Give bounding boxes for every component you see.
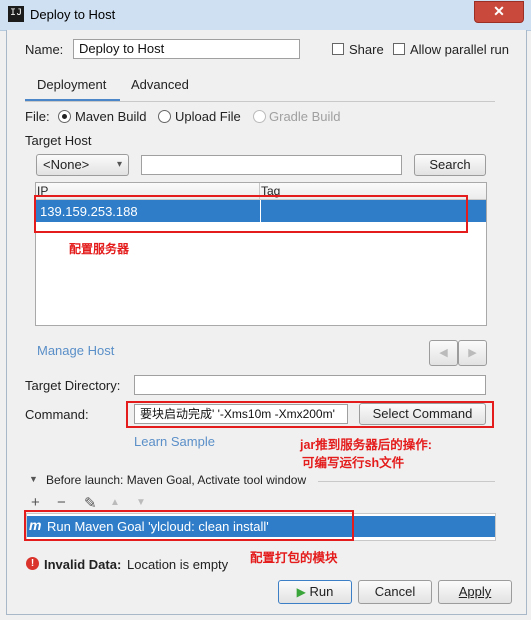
host-search-input[interactable] <box>141 155 402 175</box>
tabs-divider <box>25 101 495 102</box>
chevron-down-icon: ▾ <box>116 159 122 170</box>
maven-build-radio[interactable] <box>58 110 71 123</box>
file-label: File: <box>25 109 50 124</box>
host-select-dropdown[interactable]: <None> ▾ <box>36 154 129 176</box>
share-label: Share <box>349 42 384 57</box>
move-down-icon: ▼ <box>136 497 146 508</box>
manage-host-link[interactable]: Manage Host <box>37 343 114 358</box>
move-up-icon: ▲ <box>110 497 120 508</box>
search-button[interactable]: Search <box>414 154 486 176</box>
apply-button[interactable]: Apply <box>438 580 512 604</box>
name-label: Name: <box>25 42 64 57</box>
upload-file-radio[interactable] <box>158 110 171 123</box>
host-select-value: <None> <box>43 157 90 172</box>
error-icon: ! <box>26 557 39 570</box>
arrow-right-icon: ▶ <box>468 347 477 359</box>
arrow-left-icon: ◀ <box>439 347 448 359</box>
collapse-triangle-icon[interactable]: ▼ <box>29 474 38 484</box>
annotation-command-line2: 可编写运行sh文件 <box>302 456 405 470</box>
upload-file-label: Upload File <box>175 109 241 124</box>
allow-parallel-run-label: Allow parallel run <box>410 42 509 57</box>
cancel-button[interactable]: Cancel <box>358 580 432 604</box>
learn-sample-link[interactable]: Learn Sample <box>134 434 215 449</box>
annotation-command-line1: jar推到服务器后的操作: <box>300 438 432 452</box>
gradle-build-radio <box>253 110 266 123</box>
add-icon[interactable]: + <box>31 494 40 511</box>
before-launch-divider <box>318 481 495 482</box>
error-title: Invalid Data: <box>44 557 122 572</box>
annotation-module: 配置打包的模块 <box>250 551 338 565</box>
annotation-box-module <box>24 510 354 541</box>
error-message: Location is empty <box>127 557 229 572</box>
run-label: Run <box>309 584 334 599</box>
target-host-label: Target Host <box>25 133 92 148</box>
before-launch-header: Before launch: Maven Goal, Activate tool… <box>46 473 307 487</box>
maven-build-label: Maven Build <box>75 109 147 124</box>
remove-icon[interactable]: − <box>57 494 66 511</box>
name-input[interactable]: Deploy to Host <box>73 39 300 59</box>
gradle-build-label: Gradle Build <box>269 109 341 124</box>
window-title: Deploy to Host <box>30 7 116 22</box>
run-button[interactable]: ▶ Run <box>278 580 352 604</box>
annotation-box-server <box>34 195 468 233</box>
allow-parallel-run-checkbox[interactable] <box>393 43 405 55</box>
target-directory-input[interactable] <box>134 375 486 395</box>
share-checkbox[interactable] <box>332 43 344 55</box>
intellij-app-icon: IJ <box>8 6 24 22</box>
next-arrow-button: ▶ <box>458 340 487 366</box>
annotation-box-command <box>126 401 494 428</box>
target-directory-label: Target Directory: <box>25 378 121 393</box>
tab-advanced[interactable]: Advanced <box>131 77 189 92</box>
command-label: Command: <box>25 407 89 422</box>
close-window-button[interactable]: ✕ <box>474 1 524 23</box>
run-icon: ▶ <box>296 585 306 599</box>
previous-arrow-button: ◀ <box>429 340 458 366</box>
tab-deployment[interactable]: Deployment <box>37 77 106 92</box>
annotation-server: 配置服务器 <box>69 242 130 256</box>
